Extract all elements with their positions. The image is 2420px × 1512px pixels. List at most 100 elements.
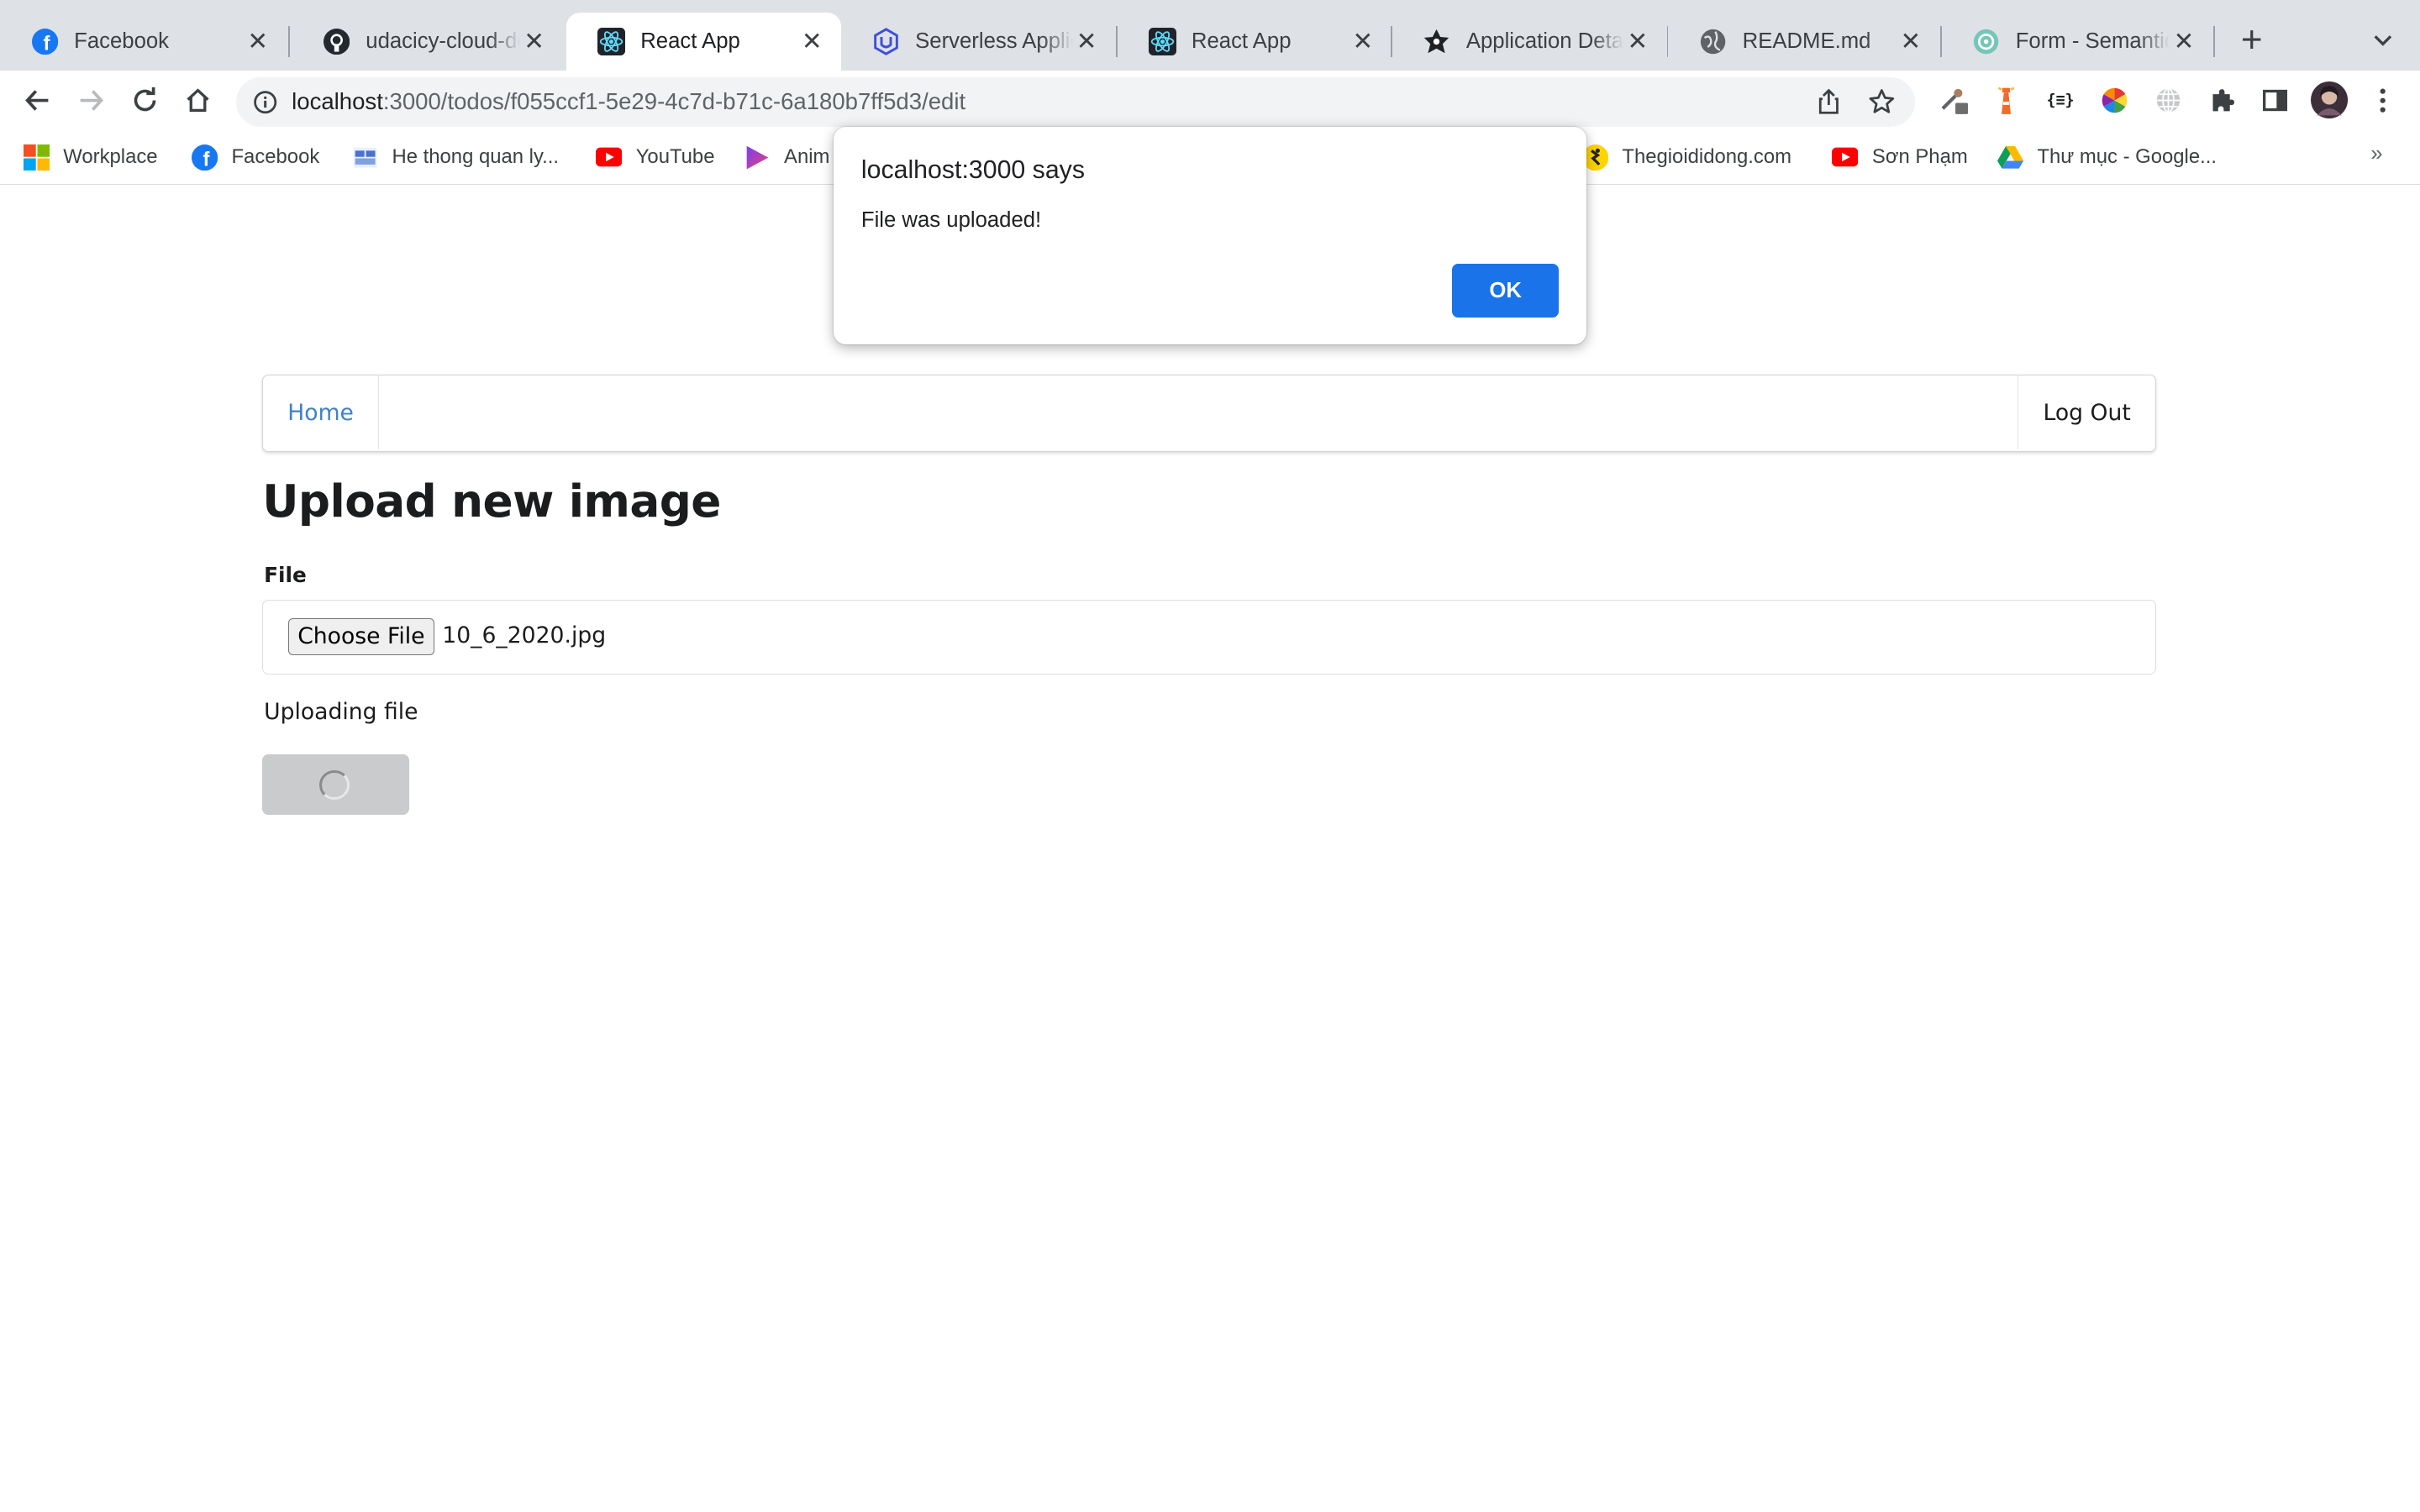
auth0-icon [1423, 28, 1450, 55]
dialog-message: File was uploaded! [860, 207, 1042, 232]
facebook-icon: f [191, 144, 218, 171]
close-tab-icon[interactable]: ✕ [520, 28, 548, 55]
close-tab-icon[interactable]: ✕ [1623, 28, 1651, 55]
tab-title: Form - Semantic [2015, 29, 2170, 54]
tab-form-semantic[interactable]: Form - Semantic ✕ [1942, 13, 2213, 71]
bookmark-thegioididong[interactable]: Thegioididong.com [1581, 144, 1791, 171]
tab-title: README.md [1742, 29, 1871, 54]
react-icon [1148, 28, 1176, 56]
bookmark-facebook[interactable]: f Facebook [191, 144, 319, 171]
tab-title: Facebook [74, 29, 170, 54]
home-button[interactable] [179, 81, 216, 118]
bookmark-son-pham[interactable]: Sơn Phạm [1832, 144, 1968, 171]
tab-title: Application Detai [1465, 29, 1624, 54]
bookmark-label: YouTube [635, 145, 715, 169]
forward-arrow-icon [80, 90, 103, 111]
color-wheel-extension-icon[interactable] [2099, 85, 2130, 116]
upload-status-text: Uploading file [264, 699, 418, 726]
back-arrow-icon [24, 90, 48, 111]
tab-application-details[interactable]: Application Detai ✕ [1392, 13, 1667, 71]
side-panel-icon[interactable] [2260, 85, 2291, 116]
tab-title: udacicy-cloud-de [366, 29, 520, 54]
globe-icon [1699, 28, 1727, 55]
udacity-icon [872, 28, 900, 55]
home-link[interactable]: Home [263, 375, 379, 450]
close-tab-icon[interactable]: ✕ [2170, 28, 2197, 55]
tab-title: Serverless Applic [915, 29, 1073, 54]
logout-button[interactable]: Log Out [2018, 375, 2154, 450]
bookmark-workplace[interactable]: Workplace [23, 144, 158, 171]
back-button[interactable] [18, 81, 55, 118]
color-picker-extension-icon[interactable] [1939, 85, 1970, 116]
upload-button-loading [262, 754, 409, 815]
close-tab-icon[interactable]: ✕ [798, 28, 826, 55]
bookmark-label: Sơn Phạm [1871, 145, 1968, 169]
bookmark-label: Anim [784, 145, 830, 169]
react-icon [597, 28, 625, 56]
workplace-icon [23, 144, 50, 171]
tab-facebook[interactable]: f Facebook ✕ [0, 13, 287, 71]
bookmark-google-drive[interactable]: Thư mục - Google... [1996, 144, 2217, 171]
tab-strip: f Facebook ✕ udacicy-cloud-de ✕ React Ap… [0, 0, 2420, 71]
facebook-icon: f [31, 28, 59, 55]
github-icon [323, 28, 350, 55]
tab-title: React App [640, 29, 740, 54]
share-icon[interactable] [1813, 87, 1844, 118]
json-formatter-extension-icon[interactable]: {≡} [2045, 85, 2076, 116]
bookmark-anim[interactable]: Anim [744, 144, 829, 171]
chatgpt-icon [1972, 28, 2000, 55]
choose-file-button[interactable]: Choose File [287, 617, 435, 655]
bookmarks-overflow-button[interactable]: » [2370, 142, 2382, 166]
page-title: Upload new image [262, 475, 721, 528]
vpn-globe-extension-icon[interactable] [2153, 85, 2184, 116]
bookmark-youtube[interactable]: YouTube [595, 144, 715, 171]
url-host: localhost [292, 87, 383, 114]
dialog-title: localhost:3000 says [860, 155, 1085, 184]
youtube-icon [595, 144, 623, 171]
file-field-label: File [264, 563, 307, 588]
tab-readme[interactable]: README.md ✕ [1669, 13, 1940, 71]
bookmark-star-icon[interactable] [1866, 87, 1897, 118]
svg-text:f: f [203, 148, 209, 171]
lighthouse-extension-icon[interactable] [1991, 85, 2022, 116]
browser-menu-icon[interactable] [2368, 85, 2399, 116]
bookmark-label: Thegioididong.com [1622, 145, 1791, 169]
bookmark-he-thong[interactable]: He thong quan ly... [352, 144, 559, 171]
tab-separator [2212, 26, 2215, 57]
reload-icon [134, 87, 156, 112]
new-tab-button[interactable]: + [2235, 21, 2269, 62]
tab-serverless[interactable]: Serverless Applic ✕ [841, 13, 1116, 71]
svg-text:f: f [43, 33, 50, 55]
tab-separator [288, 26, 291, 57]
tab-react-app[interactable]: React App ✕ [1118, 13, 1392, 71]
play-icon [744, 144, 770, 171]
url-text[interactable]: localhost:3000/todos/f055ccf1-5e29-4c7d-… [292, 88, 965, 115]
tab-title: React App [1191, 29, 1292, 54]
bookmark-label: He thong quan ly... [392, 145, 560, 169]
close-tab-icon[interactable]: ✕ [1073, 28, 1101, 55]
reload-button[interactable] [127, 81, 164, 118]
alert-dialog: localhost:3000 says File was uploaded! O… [833, 126, 1587, 344]
selected-file-name: 10_6_2020.jpg [442, 622, 607, 649]
dialog-ok-button[interactable]: OK [1452, 264, 1560, 318]
profile-avatar[interactable] [2310, 81, 2348, 119]
browser-toolbar: localhost:3000/todos/f055ccf1-5e29-4c7d-… [0, 71, 2420, 130]
home-icon [187, 88, 209, 112]
close-tab-icon[interactable]: ✕ [1897, 28, 1924, 55]
google-drive-icon [1996, 144, 2023, 171]
close-tab-icon[interactable]: ✕ [244, 28, 271, 55]
bookmark-label: Workplace [63, 145, 158, 169]
file-input[interactable]: Choose File 10_6_2020.jpg [262, 600, 2156, 675]
address-bar[interactable]: localhost:3000/todos/f055ccf1-5e29-4c7d-… [236, 76, 1916, 127]
loading-spinner-icon [319, 769, 350, 800]
tab-react-app-active[interactable]: React App ✕ [566, 12, 842, 71]
forward-button[interactable] [72, 81, 109, 118]
tab-search-chevron-icon[interactable] [2368, 24, 2399, 55]
uet-icon [352, 144, 378, 171]
tab-github[interactable]: udacicy-cloud-de ✕ [292, 13, 563, 71]
extensions-puzzle-icon[interactable] [2207, 85, 2238, 116]
close-tab-icon[interactable]: ✕ [1349, 28, 1376, 55]
top-menu: Home Log Out [262, 375, 2156, 453]
youtube-icon [1832, 144, 1859, 171]
site-info-icon[interactable] [253, 90, 277, 114]
